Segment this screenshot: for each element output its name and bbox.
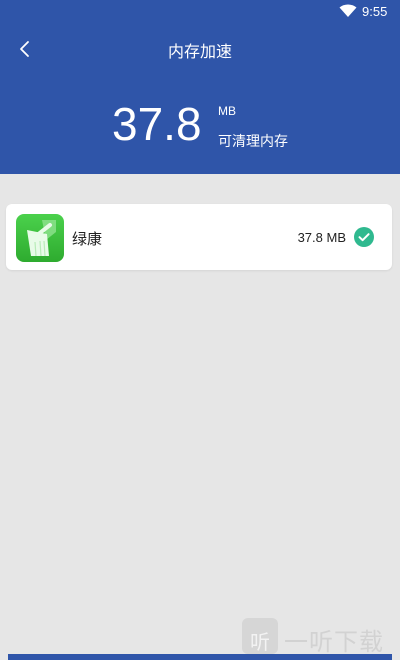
status-time: 9:55 (362, 4, 388, 19)
check-circle-icon[interactable] (354, 227, 374, 247)
app-name: 绿康 (72, 230, 103, 248)
bottom-action-bar[interactable] (8, 654, 392, 660)
wifi-icon (339, 4, 357, 17)
watermark-text: 一听下载 (284, 628, 384, 656)
cleanable-amount: 37.8 (112, 98, 202, 150)
page-title: 内存加速 (167, 42, 232, 61)
app-list-item[interactable]: 绿康 37.8 MB (6, 204, 392, 270)
header: 9:55 内存加速 37.8 MB 可清理内存 (0, 0, 400, 174)
watermark-glyph: 听 (250, 630, 270, 654)
cleanable-unit: MB (218, 104, 236, 118)
cleanable-caption: 可清理内存 (218, 134, 288, 150)
app-size: 37.8 MB (297, 230, 346, 245)
watermark-logo-icon: 听 (242, 618, 278, 654)
status-bar: 9:55 (0, 0, 400, 26)
broom-icon (16, 214, 64, 262)
